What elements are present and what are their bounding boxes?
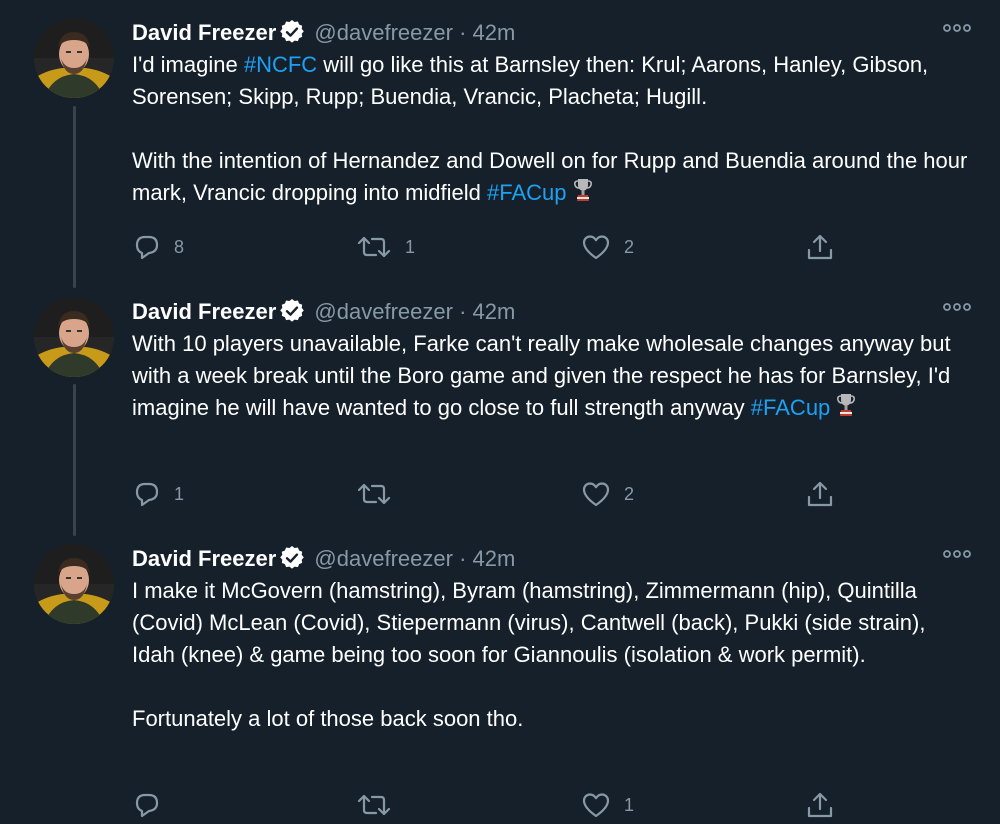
- share-button[interactable]: [806, 232, 834, 262]
- tweet-timestamp[interactable]: 42m: [473, 299, 516, 324]
- tweet-thread: David Freezer @davefreezer · 42m I'd ima…: [0, 0, 1000, 824]
- header-separator: ·: [459, 299, 467, 324]
- tweet-actions: 1 2: [132, 479, 852, 509]
- author-name[interactable]: David Freezer: [132, 299, 276, 324]
- reply-count: 1: [174, 483, 185, 504]
- reply-icon: [134, 234, 160, 260]
- retweet-button[interactable]: [357, 790, 405, 820]
- reply-icon: [134, 481, 160, 507]
- reply-count: 8: [174, 236, 185, 257]
- share-button[interactable]: [806, 790, 834, 820]
- tweet-header: David Freezer @davefreezer · 42m: [132, 18, 972, 48]
- retweet-icon: [357, 792, 391, 818]
- share-icon: [806, 791, 834, 819]
- tweet-timestamp[interactable]: 42m: [473, 20, 516, 45]
- hashtag-link[interactable]: #FACup: [751, 395, 831, 420]
- tweet-actions: 8 1 2: [132, 232, 852, 262]
- heart-icon: [582, 481, 610, 507]
- tweet-text: With 10 players unavailable, Farke can't…: [132, 328, 972, 427]
- text-segment: I'd imagine: [132, 52, 244, 77]
- reply-icon: [134, 792, 160, 818]
- tweet-content: David Freezer @davefreezer · 42m I'd ima…: [132, 18, 972, 212]
- tweet-header: David Freezer @davefreezer · 42m: [132, 297, 972, 327]
- author-handle[interactable]: @davefreezer: [314, 546, 453, 571]
- header-separator: ·: [459, 546, 467, 571]
- tweet-text: I'd imagine #NCFC will go like this at B…: [132, 49, 972, 212]
- fa-cup-trophy-icon: [573, 177, 593, 212]
- verified-badge-icon: [280, 299, 304, 331]
- heart-icon: [582, 234, 610, 260]
- heart-icon: [582, 792, 610, 818]
- like-button[interactable]: 2: [582, 479, 634, 509]
- fa-cup-trophy-icon: [836, 392, 856, 427]
- tweet-text: I make it McGovern (hamstring), Byram (h…: [132, 575, 972, 735]
- reply-button[interactable]: [134, 790, 174, 820]
- tweet-actions: 1: [132, 790, 852, 820]
- avatar[interactable]: [34, 18, 114, 98]
- like-count: 2: [624, 236, 635, 257]
- tweet-header: David Freezer @davefreezer · 42m: [132, 544, 972, 574]
- like-button[interactable]: 1: [582, 790, 634, 820]
- tweet-paragraph: I'd imagine #NCFC will go like this at B…: [132, 49, 972, 113]
- retweet-count: 1: [405, 236, 416, 257]
- tweet-paragraph: With the intention of Hernandez and Dowe…: [132, 145, 972, 212]
- tweet-content: David Freezer @davefreezer · 42m With 10…: [132, 297, 972, 427]
- header-separator: ·: [459, 20, 467, 45]
- verified-badge-icon: [280, 20, 304, 52]
- hashtag-link[interactable]: #NCFC: [244, 52, 317, 77]
- avatar[interactable]: [34, 297, 114, 377]
- author-handle[interactable]: @davefreezer: [314, 20, 453, 45]
- more-options-button[interactable]: [942, 22, 972, 34]
- tweet-timestamp[interactable]: 42m: [473, 546, 516, 571]
- more-options-button[interactable]: [942, 301, 972, 313]
- share-icon: [806, 480, 834, 508]
- tweet-paragraph: Fortunately a lot of those back soon tho…: [132, 706, 524, 731]
- more-options-button[interactable]: [942, 548, 972, 560]
- tweet[interactable]: David Freezer @davefreezer · 42m With 10…: [0, 297, 1000, 537]
- tweet-content: David Freezer @davefreezer · 42m I make …: [132, 544, 972, 735]
- share-button[interactable]: [806, 479, 834, 509]
- like-count: 1: [624, 794, 635, 815]
- retweet-button[interactable]: [357, 479, 405, 509]
- retweet-button[interactable]: 1: [357, 232, 415, 262]
- hashtag-link[interactable]: #FACup: [487, 180, 567, 205]
- avatar[interactable]: [34, 544, 114, 624]
- retweet-icon: [357, 234, 391, 260]
- reply-button[interactable]: 8: [134, 232, 184, 262]
- retweet-icon: [357, 481, 391, 507]
- tweet[interactable]: David Freezer @davefreezer · 42m I make …: [0, 544, 1000, 824]
- share-icon: [806, 233, 834, 261]
- author-name[interactable]: David Freezer: [132, 546, 276, 571]
- tweet[interactable]: David Freezer @davefreezer · 42m I'd ima…: [0, 18, 1000, 288]
- author-name[interactable]: David Freezer: [132, 20, 276, 45]
- tweet-paragraph: I make it McGovern (hamstring), Byram (h…: [132, 578, 926, 667]
- tweet-paragraph: With 10 players unavailable, Farke can't…: [132, 328, 972, 427]
- like-button[interactable]: 2: [582, 232, 634, 262]
- reply-button[interactable]: 1: [134, 479, 184, 509]
- like-count: 2: [624, 483, 635, 504]
- verified-badge-icon: [280, 546, 304, 578]
- author-handle[interactable]: @davefreezer: [314, 299, 453, 324]
